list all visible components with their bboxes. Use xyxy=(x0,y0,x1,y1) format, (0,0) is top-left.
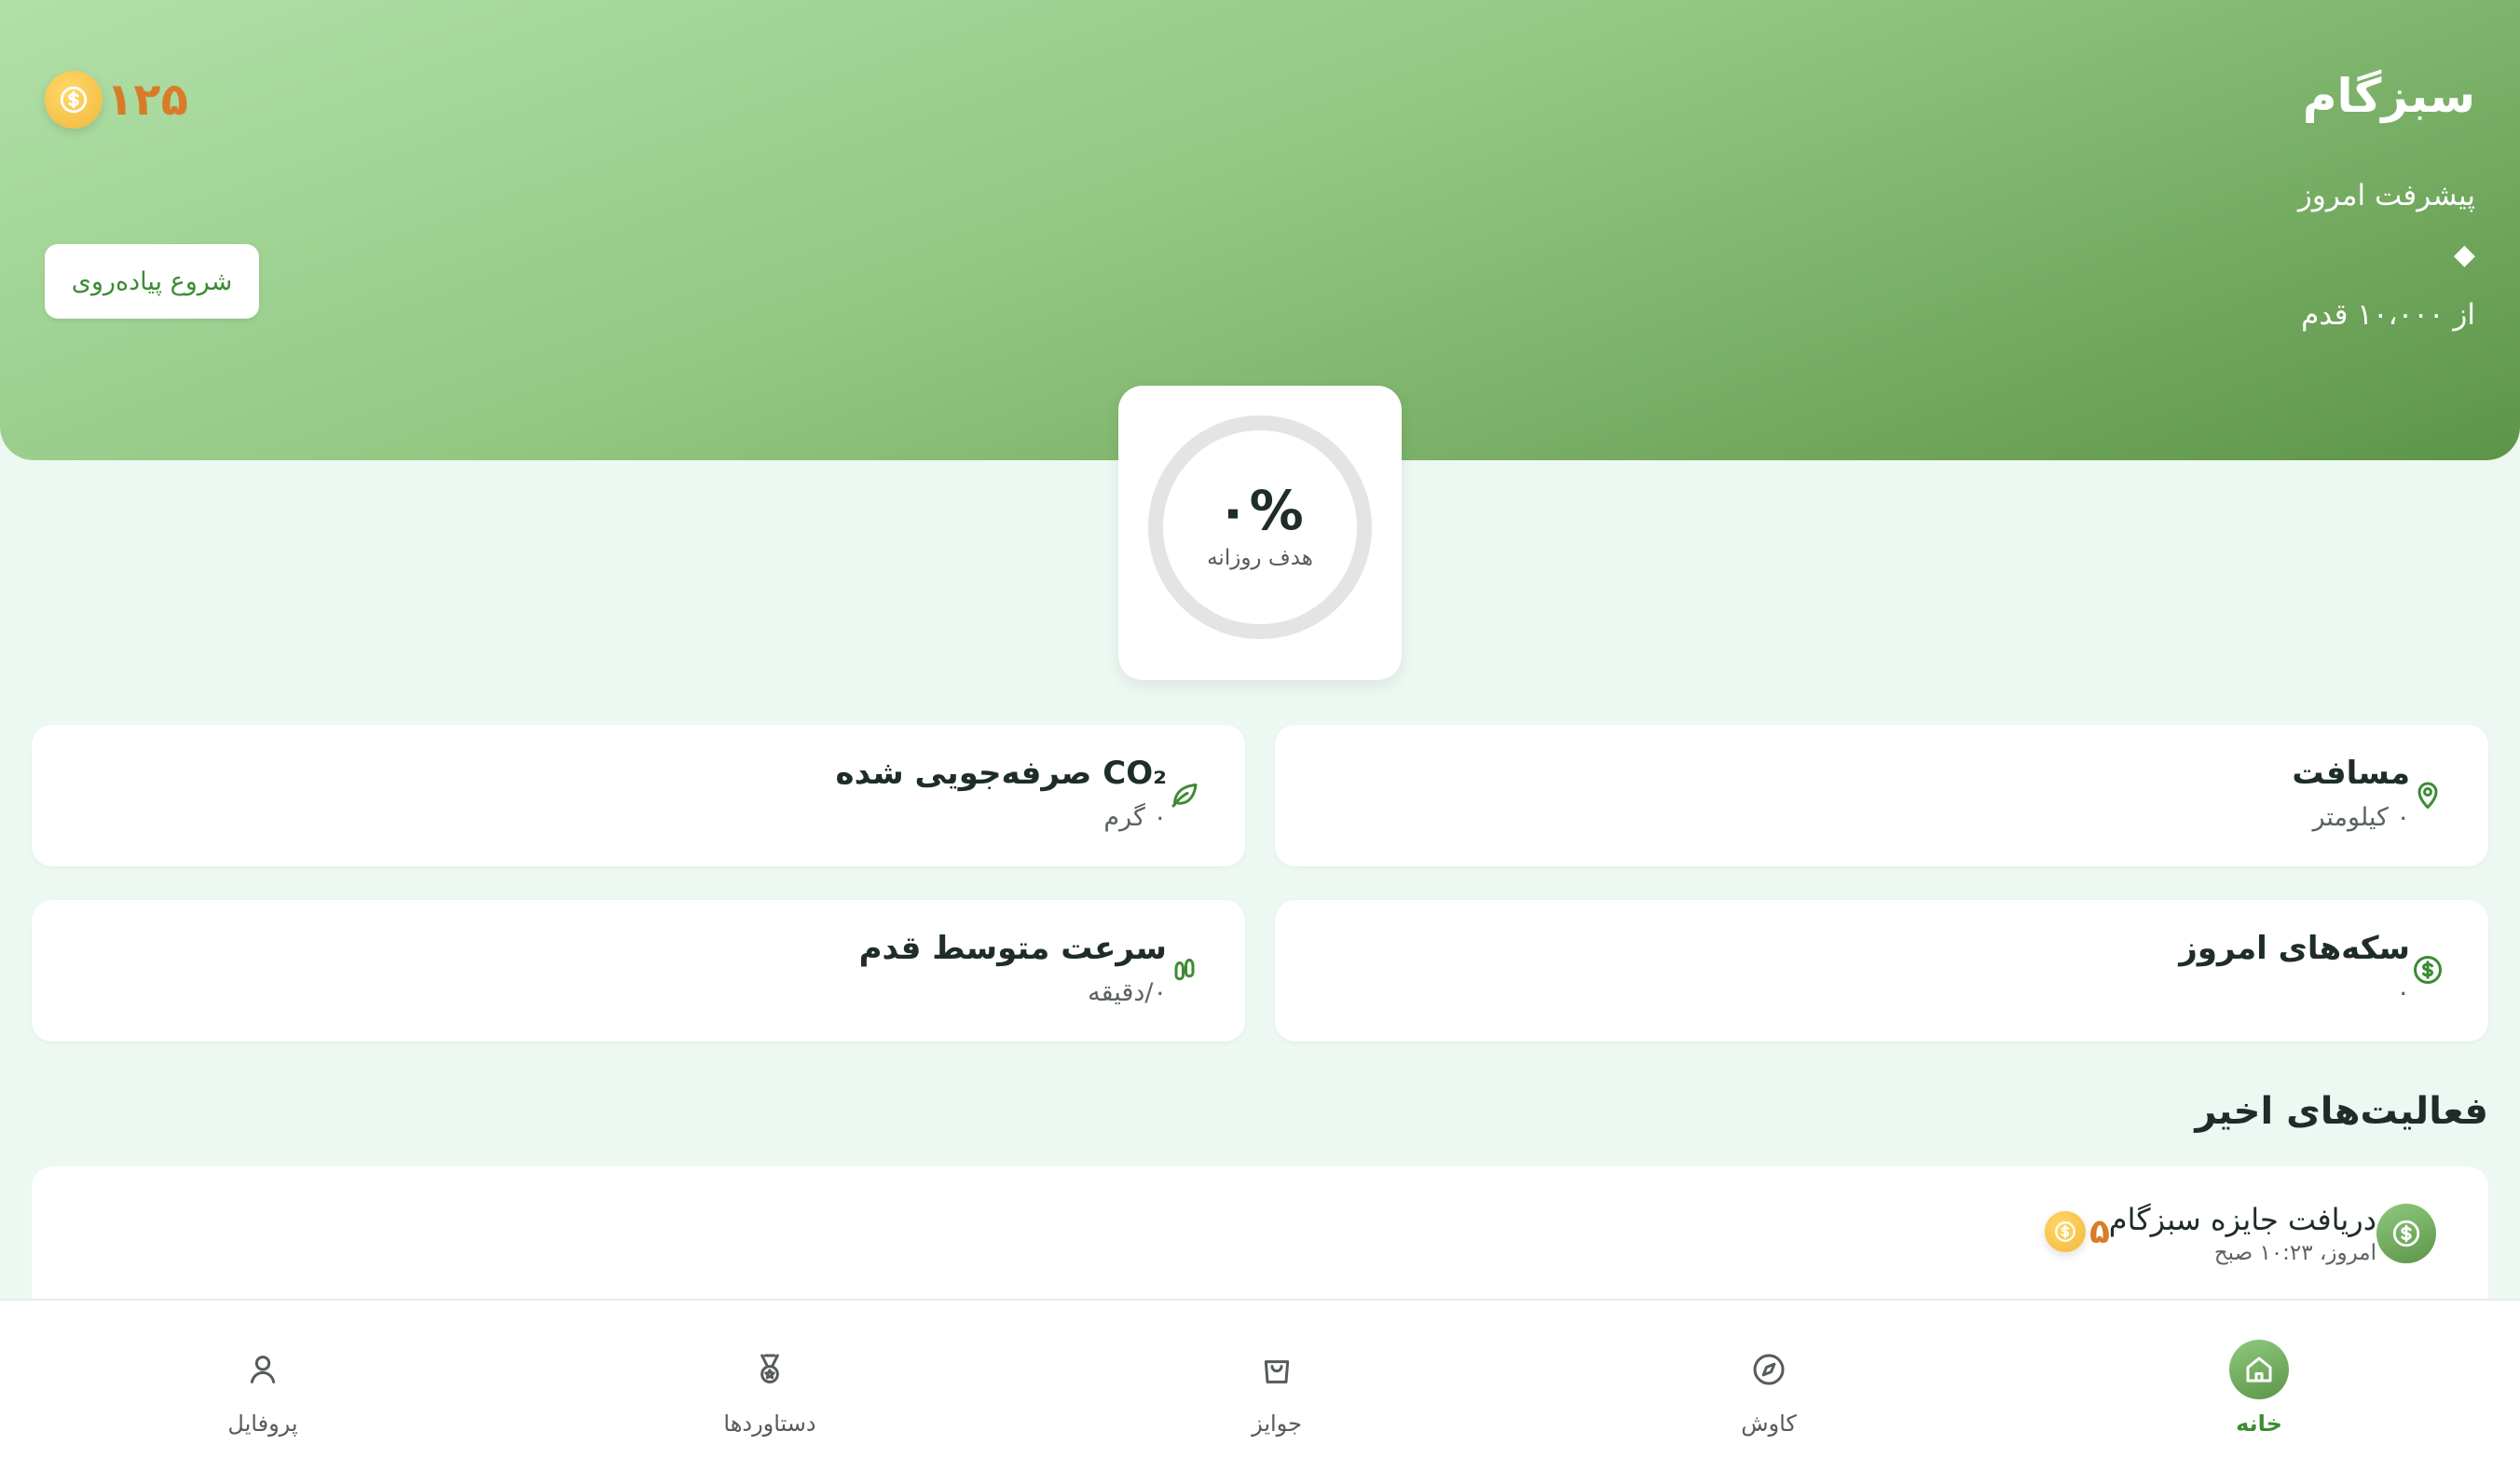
coin-icon xyxy=(45,71,103,129)
nav-label: جوایز xyxy=(1252,1411,1302,1437)
today-progress-label: پیشرفت امروز xyxy=(2297,179,2475,212)
footprints-icon xyxy=(1165,950,1204,989)
reward-icon xyxy=(2376,1204,2436,1263)
stat-card-pace[interactable]: سرعت متوسط قدم ۰/دقیقه xyxy=(32,900,1245,1042)
nav-label: پروفایل xyxy=(227,1411,298,1437)
recent-activities-title: فعالیت‌های اخیر xyxy=(2195,1090,2488,1133)
nav-item-home[interactable]: خانه xyxy=(2119,1301,2399,1472)
coin-balance: ۱۲۵ xyxy=(45,71,188,129)
steps-value: ◆ xyxy=(2453,239,2475,271)
activity-item[interactable]: دریافت جایزه سبزگام امروز، ۱۰:۲۳ صبح ۵ xyxy=(32,1166,2488,1306)
progress-label: هدف روزانه xyxy=(1207,546,1313,570)
stat-card-co2[interactable]: CO₂ صرفه‌جویی شده ۰ گرم xyxy=(32,725,1245,866)
home-icon xyxy=(2229,1340,2289,1399)
stat-value: ۰ xyxy=(2396,978,2410,1007)
app-title: سبزگام xyxy=(2302,69,2475,123)
start-walk-button[interactable]: شروع پیاده‌روی xyxy=(45,244,259,319)
medal-icon xyxy=(740,1340,800,1399)
stat-card-distance[interactable]: مسافت ۰ کیلومتر xyxy=(1275,725,2488,866)
activity-time: امروز، ۱۰:۲۳ صبح xyxy=(2213,1241,2376,1265)
location-pin-icon xyxy=(2408,775,2447,814)
nav-label: خانه xyxy=(2236,1411,2282,1437)
nav-label: دستاوردها xyxy=(723,1411,816,1437)
stat-title: CO₂ صرفه‌جویی شده xyxy=(835,755,1167,792)
stat-value: ۰/دقیقه xyxy=(1088,978,1167,1007)
progress-percent: ۰% xyxy=(1216,479,1304,542)
nav-item-achievements[interactable]: دستاوردها xyxy=(630,1301,910,1472)
coin-balance-value: ۱۲۵ xyxy=(106,74,188,126)
nav-label: کاوش xyxy=(1741,1411,1797,1437)
activity-reward: ۵ xyxy=(2045,1211,2110,1252)
nav-item-rewards[interactable]: جوایز xyxy=(1137,1301,1417,1472)
shopping-bag-icon xyxy=(1247,1340,1307,1399)
stat-title: سکه‌های امروز xyxy=(2179,930,2410,967)
dollar-coin-icon xyxy=(2408,950,2447,989)
stat-card-coins-today[interactable]: سکه‌های امروز ۰ xyxy=(1275,900,2488,1042)
nav-item-profile[interactable]: پروفایل xyxy=(123,1301,403,1472)
stat-title: مسافت xyxy=(2292,755,2410,792)
stat-value: ۰ کیلومتر xyxy=(2312,803,2411,832)
leaf-icon xyxy=(1165,775,1204,814)
app-screen: سبزگام پیشرفت امروز ◆ از ۱۰،۰۰۰ قدم ۱۲۵ … xyxy=(0,0,2520,1472)
bottom-nav: خانه کاوش جوایز دستاوردها پروفایل xyxy=(0,1299,2520,1472)
daily-goal-card: ۰% هدف روزانه xyxy=(1118,386,1402,680)
activity-title: دریافت جایزه سبزگام xyxy=(2108,1202,2376,1237)
coin-icon xyxy=(2045,1211,2086,1252)
steps-goal: از ۱۰،۰۰۰ قدم xyxy=(2301,298,2475,332)
user-icon xyxy=(233,1340,293,1399)
stat-value: ۰ گرم xyxy=(1103,803,1167,832)
compass-icon xyxy=(1739,1340,1799,1399)
nav-item-explore[interactable]: کاوش xyxy=(1629,1301,1909,1472)
stat-title: سرعت متوسط قدم xyxy=(858,930,1167,967)
activity-reward-value: ۵ xyxy=(2089,1212,2110,1251)
